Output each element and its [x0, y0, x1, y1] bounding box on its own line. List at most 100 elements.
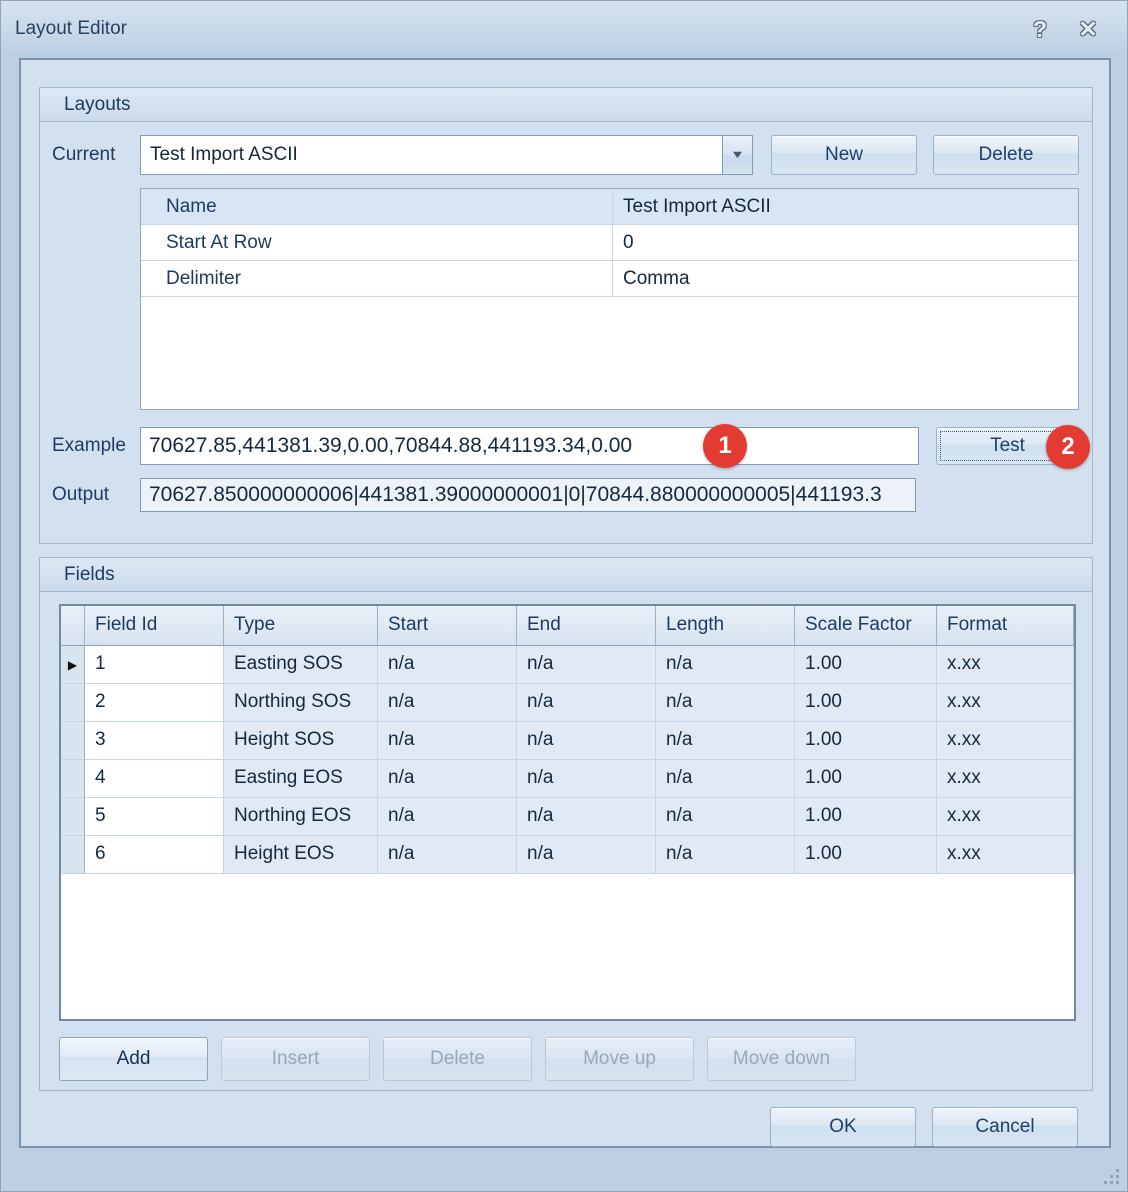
callout-badge-2: 2: [1046, 425, 1090, 469]
cell-field-id[interactable]: 1: [85, 646, 224, 684]
test-button[interactable]: Test 2: [936, 425, 1090, 469]
cell-length[interactable]: n/a: [656, 646, 795, 684]
property-row-delimiter[interactable]: Delimiter Comma: [141, 261, 1078, 297]
table-row[interactable]: 6 Height EOS n/a n/a n/a 1.00 x.xx: [61, 836, 1074, 874]
example-input-wrap: 1: [140, 424, 919, 468]
cell-format[interactable]: x.xx: [937, 836, 1074, 874]
cell-scale-factor[interactable]: 1.00: [795, 722, 937, 760]
cell-end[interactable]: n/a: [517, 646, 656, 684]
cancel-button[interactable]: Cancel: [932, 1107, 1078, 1147]
cell-field-id[interactable]: 5: [85, 798, 224, 836]
fields-group-title: Fields: [40, 558, 1092, 592]
cell-type[interactable]: Northing EOS: [224, 798, 378, 836]
chevron-down-icon: ▼: [729, 149, 746, 161]
table-header-row: Field Id Type Start End Length Scale Fac…: [61, 606, 1074, 646]
column-header-scale-factor[interactable]: Scale Factor: [795, 606, 937, 646]
cell-type[interactable]: Height EOS: [224, 836, 378, 874]
cell-type[interactable]: Easting SOS: [224, 646, 378, 684]
move-down-button[interactable]: Move down: [707, 1037, 856, 1081]
combobox-dropdown-button[interactable]: ▼: [722, 136, 752, 174]
cell-scale-factor[interactable]: 1.00: [795, 798, 937, 836]
current-row: Current Test Import ASCII ▼ New Delete: [52, 135, 1079, 175]
current-row-indicator: ▶: [61, 646, 85, 684]
cell-start[interactable]: n/a: [378, 722, 517, 760]
property-value[interactable]: Comma: [613, 261, 1078, 296]
cell-start[interactable]: n/a: [378, 798, 517, 836]
cell-format[interactable]: x.xx: [937, 798, 1074, 836]
new-button[interactable]: New: [771, 135, 917, 175]
property-row-name[interactable]: Name Test Import ASCII: [141, 189, 1078, 225]
table-row[interactable]: 2 Northing SOS n/a n/a n/a 1.00 x.xx: [61, 684, 1074, 722]
cell-length[interactable]: n/a: [656, 836, 795, 874]
delete-field-button[interactable]: Delete: [383, 1037, 532, 1081]
cell-end[interactable]: n/a: [517, 722, 656, 760]
cell-format[interactable]: x.xx: [937, 684, 1074, 722]
fields-groupbox: Fields Field Id Type Start End Length Sc…: [39, 557, 1093, 1091]
cell-type[interactable]: Easting EOS: [224, 760, 378, 798]
fields-table: Field Id Type Start End Length Scale Fac…: [59, 604, 1076, 1021]
cell-format[interactable]: x.xx: [937, 722, 1074, 760]
cell-length[interactable]: n/a: [656, 798, 795, 836]
dialog-body: Layouts Current Test Import ASCII ▼ New …: [19, 58, 1111, 1148]
cell-length[interactable]: n/a: [656, 684, 795, 722]
cell-field-id[interactable]: 4: [85, 760, 224, 798]
fields-button-bar: Add Insert Delete Move up Move down: [59, 1037, 1079, 1081]
table-row[interactable]: ▶ 1 Easting SOS n/a n/a n/a 1.00 x.xx: [61, 646, 1074, 684]
cell-end[interactable]: n/a: [517, 684, 656, 722]
row-pointer-icon: ▶: [67, 657, 78, 672]
move-up-button[interactable]: Move up: [545, 1037, 694, 1081]
cell-type[interactable]: Height SOS: [224, 722, 378, 760]
output-row: Output 70627.850000000006|441381.3900000…: [52, 478, 1079, 512]
cell-start[interactable]: n/a: [378, 684, 517, 722]
output-box[interactable]: 70627.850000000006|441381.39000000001|0|…: [140, 478, 916, 512]
property-value[interactable]: Test Import ASCII: [613, 189, 1078, 224]
callout-badge-1: 1: [703, 424, 747, 468]
cell-scale-factor[interactable]: 1.00: [795, 646, 937, 684]
resize-grip[interactable]: [1104, 1169, 1120, 1185]
cell-format[interactable]: x.xx: [937, 646, 1074, 684]
close-icon[interactable]: ✕: [1071, 14, 1105, 44]
cell-start[interactable]: n/a: [378, 646, 517, 684]
cell-end[interactable]: n/a: [517, 836, 656, 874]
cell-start[interactable]: n/a: [378, 760, 517, 798]
example-input[interactable]: [140, 427, 919, 465]
layouts-content: Current Test Import ASCII ▼ New Delete N…: [40, 122, 1092, 512]
add-field-button[interactable]: Add: [59, 1037, 208, 1081]
column-header-start[interactable]: Start: [378, 606, 517, 646]
cell-type[interactable]: Northing SOS: [224, 684, 378, 722]
cell-length[interactable]: n/a: [656, 760, 795, 798]
help-icon[interactable]: ?: [1023, 14, 1057, 44]
table-row[interactable]: 3 Height SOS n/a n/a n/a 1.00 x.xx: [61, 722, 1074, 760]
property-label[interactable]: Start At Row: [141, 225, 613, 260]
cell-scale-factor[interactable]: 1.00: [795, 684, 937, 722]
ok-button[interactable]: OK: [770, 1107, 916, 1147]
cell-start[interactable]: n/a: [378, 836, 517, 874]
cell-scale-factor[interactable]: 1.00: [795, 760, 937, 798]
title-bar: Layout Editor ? ✕: [1, 1, 1127, 57]
property-row-start-at-row[interactable]: Start At Row 0: [141, 225, 1078, 261]
property-value[interactable]: 0: [613, 225, 1078, 260]
column-header-field-id[interactable]: Field Id: [85, 606, 224, 646]
cell-length[interactable]: n/a: [656, 722, 795, 760]
cell-end[interactable]: n/a: [517, 798, 656, 836]
cell-scale-factor[interactable]: 1.00: [795, 836, 937, 874]
table-row[interactable]: 5 Northing EOS n/a n/a n/a 1.00 x.xx: [61, 798, 1074, 836]
property-label[interactable]: Name: [141, 189, 613, 224]
cell-end[interactable]: n/a: [517, 760, 656, 798]
cell-field-id[interactable]: 2: [85, 684, 224, 722]
table-row[interactable]: 4 Easting EOS n/a n/a n/a 1.00 x.xx: [61, 760, 1074, 798]
column-header-end[interactable]: End: [517, 606, 656, 646]
cell-field-id[interactable]: 6: [85, 836, 224, 874]
property-label[interactable]: Delimiter: [141, 261, 613, 296]
cell-field-id[interactable]: 3: [85, 722, 224, 760]
column-header-length[interactable]: Length: [656, 606, 795, 646]
page-title: Layout Editor: [15, 18, 127, 39]
insert-field-button[interactable]: Insert: [221, 1037, 370, 1081]
current-layout-combobox[interactable]: Test Import ASCII ▼: [140, 135, 753, 175]
delete-layout-button[interactable]: Delete: [933, 135, 1079, 175]
layout-editor-dialog: Layout Editor ? ✕ Layouts Current Test I…: [0, 0, 1128, 1192]
indicator-header-cell: [61, 606, 85, 646]
cell-format[interactable]: x.xx: [937, 760, 1074, 798]
column-header-type[interactable]: Type: [224, 606, 378, 646]
column-header-format[interactable]: Format: [937, 606, 1074, 646]
